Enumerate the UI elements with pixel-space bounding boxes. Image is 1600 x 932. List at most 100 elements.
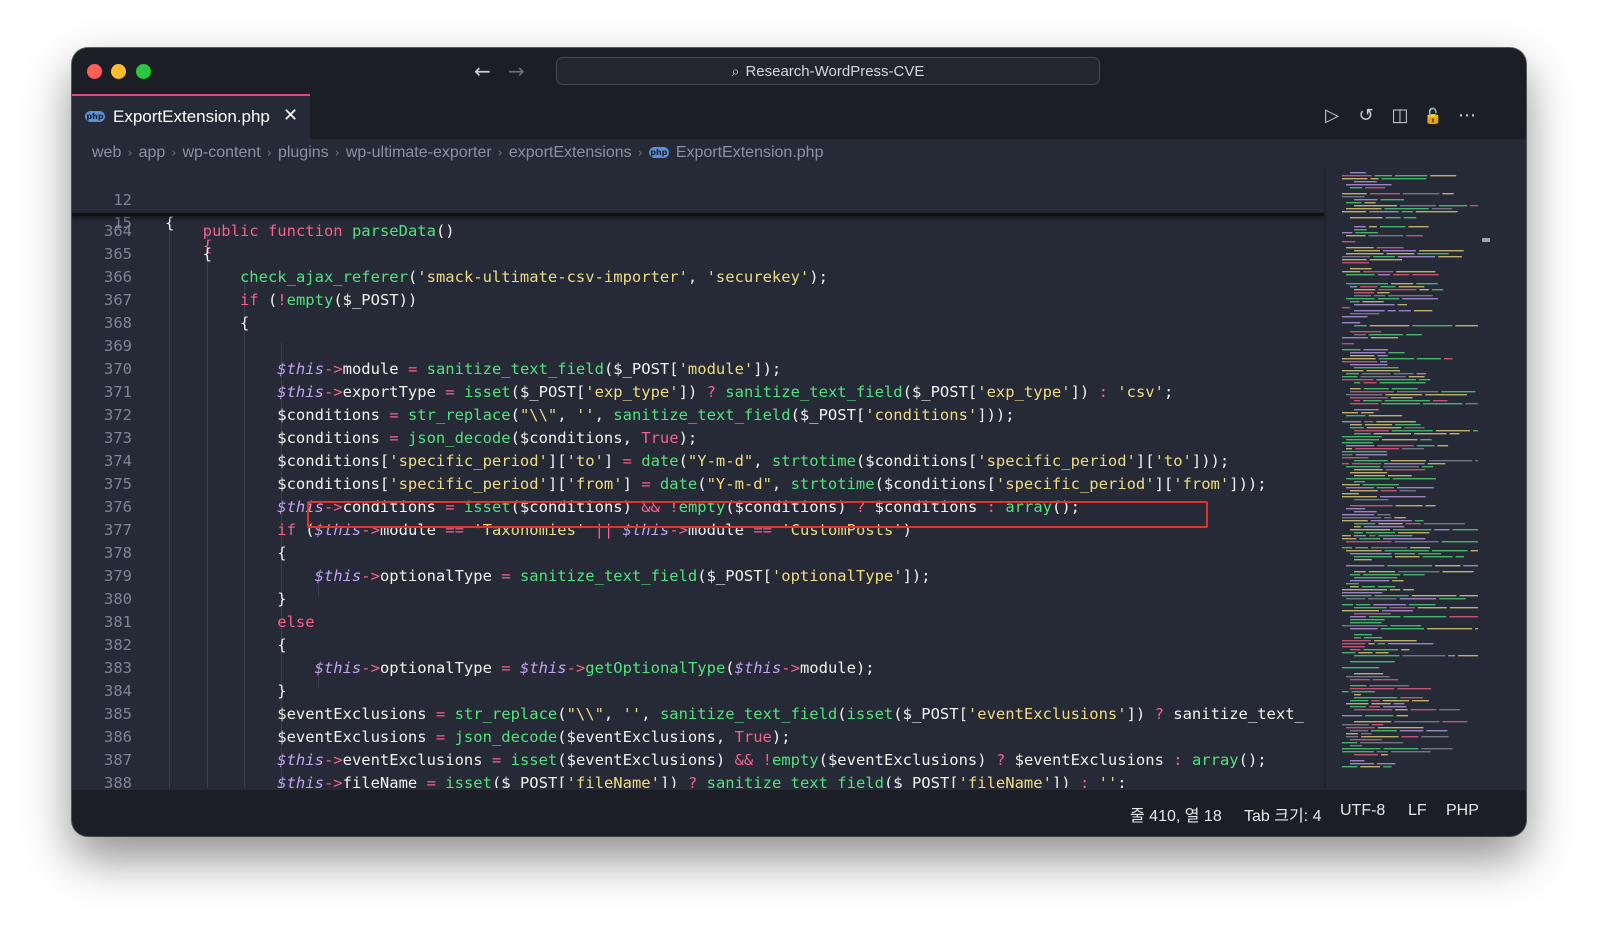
line-number: 375 [104,475,132,493]
minimap-stroke [1384,550,1429,552]
code-editor[interactable]: 12 { 15 { 364 public function parseData()… [72,168,1324,788]
minimap-stroke [1350,490,1378,492]
minimap-stroke [1459,595,1478,597]
code-line[interactable]: 386 $eventExclusions = json_decode($event… [72,726,1324,749]
code-line[interactable]: 380} [72,588,1324,611]
minimap-stroke [1364,424,1393,426]
code-line[interactable]: 374 $conditions['specific_period']['to'] … [72,450,1324,473]
command-search-box[interactable]: ⌕ Research-WordPress-CVE [556,57,1100,85]
minimap-stroke [1375,652,1389,654]
sticky-line[interactable]: 12 { [72,168,1324,232]
minimize-window-button[interactable] [111,64,126,79]
minimap-stroke [1371,703,1391,705]
minimap-stroke [1363,271,1394,273]
minimap-stroke [1391,388,1418,390]
code-text: { [239,314,250,332]
code-line[interactable]: 379 $this->optionalType = sanitize_text_f… [72,565,1324,588]
line-number: 377 [104,521,132,539]
minimap[interactable] [1328,168,1486,790]
code-line[interactable]: 381 else [72,611,1324,634]
code-line[interactable]: 371 $this->exportType = isset($_POST['exp… [72,381,1324,404]
forward-arrow-icon[interactable]: → [508,60,525,82]
maximize-window-button[interactable] [136,64,151,79]
code-line[interactable]: 364 public function parseData() [72,220,1324,243]
breadcrumb-item[interactable]: ExportExtension.php [676,144,824,161]
code-line[interactable]: 378 { [72,542,1324,565]
minimap-stroke [1342,178,1368,180]
tab-bar: php ExportExtension.php ✕ [72,94,1526,139]
language-mode[interactable]: PHP [1446,802,1479,820]
breadcrumb-item[interactable]: plugins [278,144,329,161]
vertical-scrollbar[interactable] [1324,168,1326,790]
minimap-stroke [1354,694,1361,696]
minimap-stroke [1418,379,1431,381]
code-line[interactable]: 365 { [72,243,1324,266]
sticky-line[interactable]: 15 { [72,189,1324,255]
breadcrumb-item[interactable]: app [139,144,166,161]
minimap-stroke [1365,715,1394,717]
minimap-stroke [1342,322,1361,324]
code-line[interactable]: 367 if (!empty($_POST)) [72,289,1324,312]
run-icon[interactable]: ▷ [1322,106,1342,126]
minimap-stroke [1376,751,1388,753]
breadcrumb-item[interactable]: wp-ultimate-exporter [346,144,492,161]
minimap-stroke [1360,376,1406,378]
code-line[interactable]: 385 $eventExclusions = str_replace("\\", … [72,703,1324,726]
minimap-stroke [1398,310,1411,312]
line-number: 368 [104,314,132,332]
breadcrumb-item[interactable]: exportExtensions [509,144,632,161]
breadcrumb-item[interactable]: web [92,144,121,161]
code-line[interactable]: 384} [72,680,1324,703]
minimap-stroke [1350,685,1367,687]
minimap-stroke [1421,466,1434,468]
code-line[interactable]: 373 $conditions = json_decode($conditions… [72,427,1324,450]
code-line[interactable]: 366 check_ajax_referer('smack-ultimate-cs… [72,266,1324,289]
minimap-stroke [1350,187,1363,189]
minimap-stroke [1346,598,1366,600]
minimap-stroke [1355,448,1399,450]
minimap-stroke [1425,394,1467,396]
minimap-stroke [1354,709,1393,711]
line-ending[interactable]: LF [1408,802,1427,820]
minimap-stroke [1342,451,1387,453]
code-line[interactable]: 382 { [72,634,1324,657]
code-text: $this->optionalType = $this->getOptional… [314,659,875,677]
tab-export-extension[interactable]: php ExportExtension.php ✕ [72,94,310,139]
code-line[interactable]: 372 $conditions = str_replace("\\", '', s… [72,404,1324,427]
minimap-stroke [1449,607,1478,609]
minimap-stroke [1387,475,1412,477]
minimap-slider-handle[interactable] [1482,238,1490,242]
more-actions-icon[interactable]: ⋯ [1457,106,1477,126]
split-editor-icon[interactable]: ◫ [1390,106,1410,126]
minimap-stroke [1411,595,1457,597]
cursor-position[interactable]: 줄 410, 열 18 [1130,802,1222,826]
minimap-stroke [1356,604,1371,606]
line-number: 384 [104,682,132,700]
code-line[interactable]: 369 [72,335,1324,358]
minimap-stroke [1346,703,1369,705]
back-arrow-icon[interactable]: ← [474,60,491,82]
minimap-stroke [1354,325,1367,327]
code-line[interactable]: 370 $this->module = sanitize_text_field($… [72,358,1324,381]
breadcrumb-item[interactable]: wp-content [182,144,260,161]
code-line[interactable]: 375 $conditions['specific_period']['from'… [72,473,1324,496]
code-line[interactable]: 368 { [72,312,1324,335]
minimap-stroke [1342,412,1359,414]
minimap-stroke [1402,298,1439,300]
history-icon[interactable]: ↺ [1356,106,1376,126]
minimap-stroke [1431,289,1444,291]
minimap-stroke [1354,469,1383,471]
minimap-stroke [1392,580,1404,582]
lock-icon[interactable]: 🔓 [1423,106,1443,126]
code-line[interactable]: 383 $this->optionalType = $this->getOptio… [72,657,1324,680]
encoding[interactable]: UTF-8 [1340,802,1385,820]
close-window-button[interactable] [87,64,102,79]
minimap-stroke [1342,370,1364,372]
minimap-stroke [1412,700,1429,702]
minimap-stroke [1415,211,1458,213]
tab-size[interactable]: Tab 크기: 4 [1244,802,1321,826]
code-line[interactable]: 388 $this->fileName = isset($_POST['fileN… [72,772,1324,788]
close-tab-icon[interactable]: ✕ [283,105,298,126]
code-line[interactable]: 387 $this->eventExclusions = isset($event… [72,749,1324,772]
minimap-stroke [1395,424,1421,426]
